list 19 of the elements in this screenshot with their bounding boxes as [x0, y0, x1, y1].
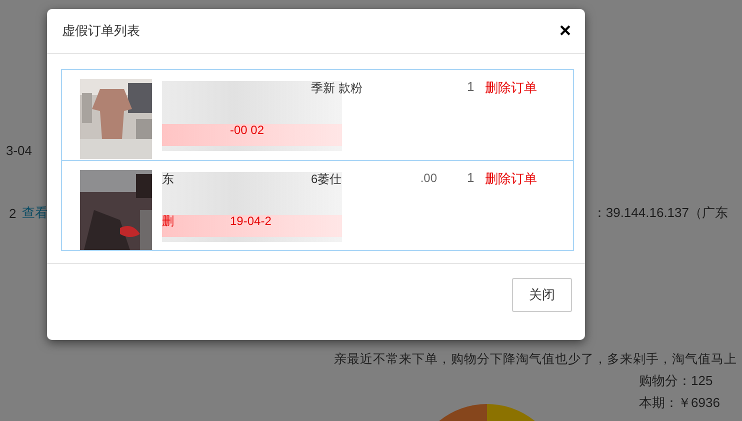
notice-text: 亲最近不常来下单，购物分下降淘气值也少了，多来剁手，淘气值马上 [334, 351, 737, 368]
stat-text: 购物分：125 [639, 372, 714, 390]
product-name-text: 东 [162, 170, 175, 188]
quantity-text: 1 [467, 170, 476, 187]
close-button[interactable]: 关闭 [512, 278, 572, 312]
dialog-title: 虚假订单列表 [62, 22, 140, 40]
product-name-text: 季新 款粉 [311, 80, 362, 96]
product-name-text: 6萎仕 [311, 170, 342, 188]
count-text: 2 [9, 206, 16, 220]
date-text: 19-04-2 [230, 214, 272, 228]
delete-order-link[interactable]: 删除订单 [485, 171, 537, 186]
delete-order-link[interactable]: 删除订单 [485, 80, 537, 95]
status-text: 删 [162, 212, 175, 230]
ip-address-text: ：39.144.16.137（广东 [592, 204, 728, 222]
stat-text: 本期：￥6936 [639, 394, 721, 412]
price-text: .00 [420, 170, 437, 186]
date-text: -00 02 [230, 123, 266, 137]
date-text: 3-04 [6, 142, 32, 158]
quantity-text: 1 [467, 79, 476, 96]
